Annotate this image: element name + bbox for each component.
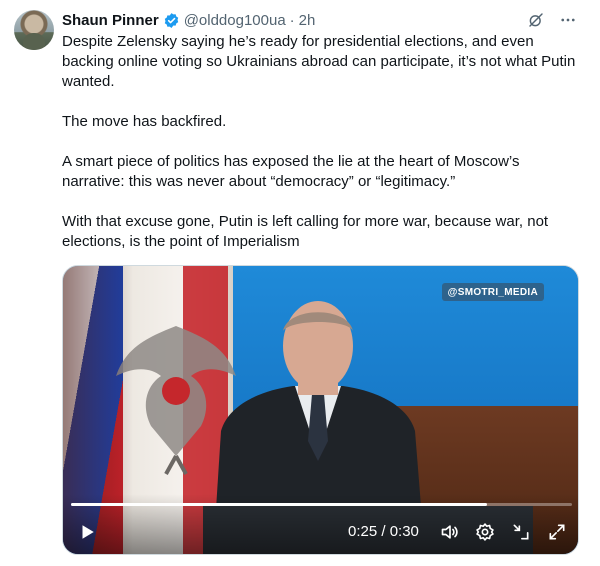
minimize-icon[interactable] bbox=[509, 520, 533, 544]
tweet-paragraph: Despite Zelensky saying he’s ready for p… bbox=[62, 33, 576, 90]
more-icon[interactable] bbox=[558, 10, 578, 30]
tweet: Shaun Pinner @olddog100ua · 2h Despite Z… bbox=[0, 0, 600, 566]
progress-fill bbox=[71, 503, 487, 506]
volume-icon[interactable] bbox=[438, 520, 462, 544]
verified-badge-icon[interactable] bbox=[163, 12, 180, 29]
settings-icon[interactable] bbox=[473, 520, 497, 544]
tweet-text: Despite Zelensky saying he’s ready for p… bbox=[62, 32, 577, 272]
video-controls: 0:25 / 0:30 bbox=[63, 494, 578, 554]
video-time: 0:25 / 0:30 bbox=[348, 523, 419, 540]
tweet-paragraph: The move has backfired. bbox=[62, 113, 227, 130]
tweet-time[interactable]: 2h bbox=[299, 12, 316, 29]
play-icon[interactable] bbox=[75, 520, 99, 544]
header-actions bbox=[526, 10, 578, 30]
tweet-header: Shaun Pinner @olddog100ua · 2h bbox=[62, 10, 315, 30]
header-separator: · bbox=[289, 11, 295, 29]
author-name[interactable]: Shaun Pinner bbox=[62, 12, 159, 29]
tweet-paragraph: With that excuse gone, Putin is left cal… bbox=[62, 213, 549, 250]
fullscreen-icon[interactable] bbox=[545, 520, 569, 544]
author-handle[interactable]: @olddog100ua bbox=[184, 12, 286, 29]
avatar[interactable] bbox=[14, 10, 54, 50]
progress-bar[interactable] bbox=[71, 503, 572, 506]
grok-icon[interactable] bbox=[526, 10, 546, 30]
tweet-paragraph: A smart piece of politics has exposed th… bbox=[62, 153, 520, 190]
video-player[interactable]: @SMOTRI_MEDIA 0:25 / 0:30 bbox=[62, 265, 579, 555]
avatar-figure bbox=[23, 33, 45, 50]
video-watermark: @SMOTRI_MEDIA bbox=[441, 283, 544, 301]
